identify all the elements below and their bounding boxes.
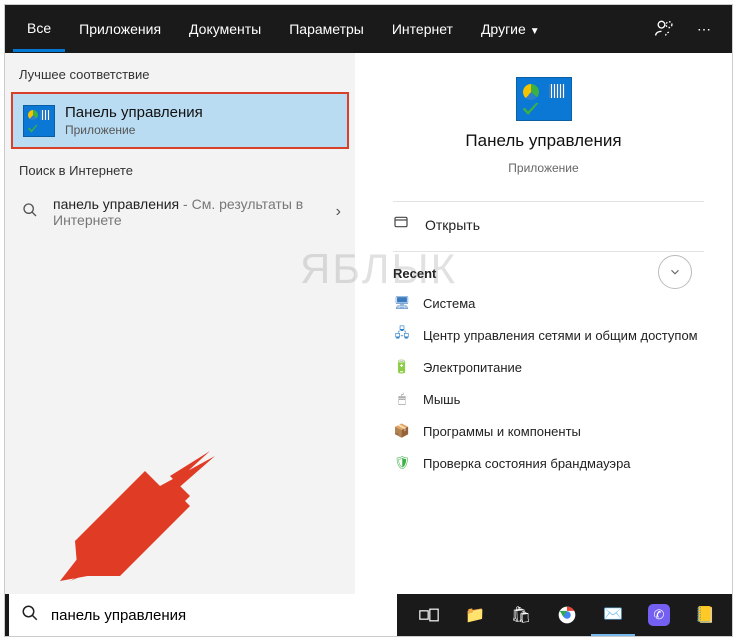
details-pane: Панель управления Приложение Открыть Rec… [355,53,732,594]
tab-parameters[interactable]: Параметры [275,8,378,50]
search-input[interactable] [51,607,385,624]
details-title: Панель управления [465,131,621,151]
web-search-item[interactable]: панель управления - См. результаты в Инт… [5,186,355,238]
recent-item-programs[interactable]: 📦Программы и компоненты [393,415,704,447]
shield-icon: 🛡 [393,454,411,472]
best-match-item[interactable]: Панель управления Приложение [11,92,349,149]
tab-all[interactable]: Все [13,7,65,52]
explorer-icon[interactable]: 📁 [453,594,497,636]
best-match-header: Лучшее соответствие [5,59,355,90]
calculator-icon[interactable]: ▦ [729,594,737,636]
tab-more[interactable]: Другие▼ [467,8,554,50]
control-panel-icon [516,77,572,121]
mouse-icon: 🖱 [393,390,411,408]
web-search-label: панель управления - См. результаты в Инт… [53,196,324,228]
chevron-down-icon: ▼ [530,26,540,37]
taskview-icon[interactable] [407,594,451,636]
network-icon: 🖧 [393,326,411,344]
tab-internet[interactable]: Интернет [378,8,467,50]
details-subtitle: Приложение [508,161,578,175]
best-match-subtitle: Приложение [65,123,203,137]
box-icon: 📦 [393,422,411,440]
search-box[interactable] [9,594,397,636]
open-icon [393,214,411,235]
feedback-icon[interactable] [644,18,684,41]
best-match-title: Панель управления [65,104,203,121]
search-icon [21,604,39,627]
chrome-icon[interactable] [545,594,589,636]
search-icon [19,202,41,223]
recent-item-firewall[interactable]: 🛡Проверка состояния брандмауэра [393,447,704,479]
recent-item-mouse[interactable]: 🖱Мышь [393,383,704,415]
taskbar: 📁 🛍 ✉️ ✆ 📒 ▦ 🎨 [5,594,732,636]
recent-item-power[interactable]: 🔋Электропитание [393,351,704,383]
recent-item-network[interactable]: 🖧Центр управления сетями и общим доступо… [393,319,704,351]
battery-icon: 🔋 [393,358,411,376]
open-action[interactable]: Открыть [393,201,704,247]
recent-item-system[interactable]: 🖥Система [393,287,704,319]
ellipsis-icon[interactable]: ⋯ [684,21,724,38]
store-icon[interactable]: 🛍 [499,594,543,636]
tab-apps[interactable]: Приложения [65,8,175,50]
notes-icon[interactable]: 📒 [683,594,727,636]
results-pane: Лучшее соответствие Панель управления Пр… [5,53,355,594]
web-search-header: Поиск в Интернете [5,155,355,186]
tab-documents[interactable]: Документы [175,8,275,50]
expand-button[interactable] [658,255,692,289]
control-panel-icon [23,105,55,137]
open-label: Открыть [425,217,480,233]
monitor-icon: 🖥 [393,294,411,312]
top-tabs: Все Приложения Документы Параметры Интер… [5,5,732,53]
chevron-right-icon: › [336,203,341,221]
viber-icon[interactable]: ✆ [637,594,681,636]
mail-icon[interactable]: ✉️ [591,594,635,636]
